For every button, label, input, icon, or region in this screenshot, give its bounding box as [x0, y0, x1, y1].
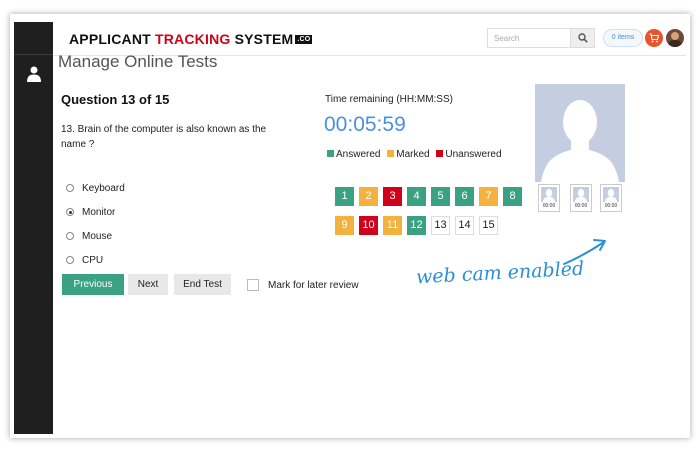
question-text: 13. Brain of the computer is also known … [61, 124, 267, 150]
end-test-button[interactable]: End Test [174, 274, 231, 295]
marked-swatch [387, 150, 395, 157]
option-monitor[interactable]: Monitor [66, 207, 115, 218]
previous-button[interactable]: Previous [62, 274, 124, 295]
question-nav-button[interactable]: 4 [407, 187, 426, 206]
question-nav-button[interactable]: 5 [431, 187, 450, 206]
user-avatar[interactable] [666, 29, 684, 47]
app-logo[interactable]: APPLICANT TRACKING SYSTEM .CO [69, 31, 313, 47]
radio-button-checked[interactable] [66, 208, 74, 216]
question-nav-button[interactable]: 11 [383, 216, 402, 235]
person-silhouette-icon [541, 100, 619, 182]
option-label: CPU [82, 255, 104, 266]
question-nav-button[interactable]: 10 [359, 216, 378, 235]
sidebar-separator [14, 54, 53, 55]
question-nav-button[interactable]: 14 [455, 216, 474, 235]
webcam-thumbnail[interactable]: 00:00 [538, 184, 560, 212]
user-icon[interactable] [27, 66, 41, 82]
radio-button[interactable] [66, 184, 74, 192]
answered-swatch [327, 150, 334, 157]
person-silhouette-icon [605, 189, 617, 202]
unanswered-swatch [436, 150, 444, 157]
radio-button[interactable] [66, 256, 74, 264]
page-title: Manage Online Tests [58, 52, 218, 71]
review-checkbox[interactable] [247, 279, 259, 291]
question-nav-button[interactable]: 7 [479, 187, 498, 206]
status-legend: Answered Marked Unanswered [327, 149, 506, 160]
countdown-timer: 00:05:59 [324, 113, 406, 136]
webcam-thumbnail[interactable]: 00:00 [600, 184, 622, 212]
question-nav-button[interactable]: 8 [503, 187, 522, 206]
thumbnail-timestamp: 00:00 [542, 203, 556, 209]
option-cpu[interactable]: CPU [66, 255, 103, 266]
person-silhouette-icon [543, 189, 555, 202]
option-keyboard[interactable]: Keyboard [66, 183, 125, 194]
question-nav-button[interactable]: 12 [407, 216, 426, 235]
question-nav-button[interactable]: 6 [455, 187, 474, 206]
cart-button[interactable] [645, 29, 663, 47]
top-header: APPLICANT TRACKING SYSTEM .CO Search 0 it… [53, 22, 686, 56]
logo-text-2: TRACKING [155, 31, 231, 47]
legend-marked: Marked [396, 149, 430, 160]
radio-button[interactable] [66, 232, 74, 240]
time-remaining-label: Time remaining (HH:MM:SS) [325, 94, 453, 105]
question-nav-button[interactable]: 1 [335, 187, 354, 206]
sidebar [14, 22, 53, 434]
cart-icon [649, 33, 659, 43]
search-button[interactable] [570, 28, 595, 48]
question-nav-button[interactable]: 13 [431, 216, 450, 235]
webcam-feed [535, 84, 625, 182]
cart-items-count[interactable]: 0 items [603, 29, 643, 47]
question-nav-button[interactable]: 9 [335, 216, 354, 235]
question-header: Question 13 of 15 [61, 92, 170, 107]
option-label: Mouse [82, 231, 113, 242]
webcam-thumbnail[interactable]: 00:00 [570, 184, 592, 212]
question-nav-button[interactable]: 3 [383, 187, 402, 206]
next-button[interactable]: Next [128, 274, 168, 295]
legend-unanswered: Unanswered [445, 149, 502, 160]
legend-answered: Answered [336, 149, 381, 160]
thumbnail-timestamp: 00:00 [604, 203, 618, 209]
logo-text-1: APPLICANT [69, 31, 155, 47]
logo-text-3: SYSTEM [230, 31, 294, 47]
logo-badge: .CO [295, 35, 313, 44]
option-mouse[interactable]: Mouse [66, 231, 112, 242]
person-silhouette-icon [575, 189, 587, 202]
option-label: Keyboard [82, 183, 125, 194]
review-label: Mark for later review [268, 280, 359, 291]
question-nav-button[interactable]: 15 [479, 216, 498, 235]
search-input[interactable]: Search [487, 28, 571, 48]
question-nav-button[interactable]: 2 [359, 187, 378, 206]
search-icon [578, 33, 588, 43]
thumbnail-timestamp: 00:00 [574, 203, 588, 209]
option-label: Monitor [82, 207, 116, 218]
